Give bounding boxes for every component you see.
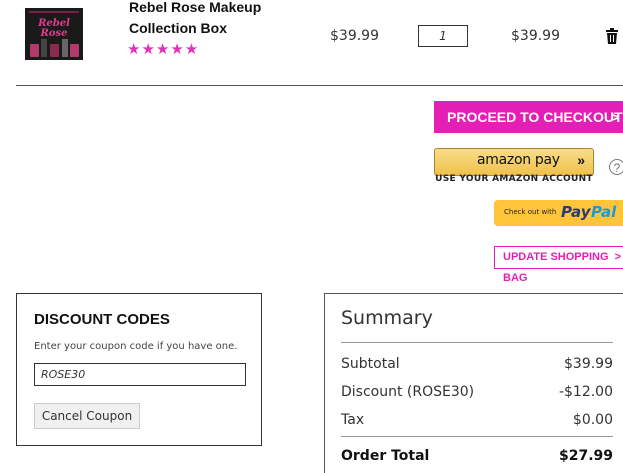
order-total-label: Order Total (341, 448, 430, 464)
update-shopping-bag-button[interactable]: UPDATE SHOPPING BAG > (494, 246, 623, 284)
help-circle-icon[interactable]: ? (609, 159, 623, 175)
summary-row-tax: Tax $0.00 (341, 412, 613, 428)
product-item (41, 39, 47, 57)
paypal-checkout-button[interactable]: Check out with Pay Pal (494, 200, 623, 226)
line-total: $39.99 (511, 28, 560, 44)
coupon-code-input[interactable] (34, 363, 246, 386)
box-lid (29, 11, 79, 13)
summary-row-subtotal: Subtotal $39.99 (341, 356, 613, 372)
update-label: UPDATE SHOPPING BAG (503, 251, 609, 284)
trash-icon[interactable] (605, 28, 619, 44)
product-item (62, 39, 68, 57)
product-name-line2: Collection Box (129, 20, 228, 36)
cart-divider (16, 85, 623, 86)
double-chevron-icon: » (577, 152, 585, 168)
product-item (30, 44, 39, 57)
chevron-right-icon: > (614, 251, 621, 263)
proceed-label: PROCEED TO CHECKOUT (447, 109, 623, 125)
chevron-right-icon: > (610, 109, 619, 125)
amazon-pay-caption: USE YOUR AMAZON ACCOUNT (435, 174, 593, 184)
paypal-prefix: Check out with (504, 208, 557, 216)
cancel-coupon-button[interactable]: Cancel Coupon (34, 403, 140, 429)
product-thumbnail[interactable]: Rebel Rose (25, 8, 83, 60)
paypal-logo-pal: Pal (591, 203, 617, 221)
rating-stars: ★★★★★ (127, 41, 200, 58)
thumbnail-logo-text: Rebel Rose (38, 18, 70, 39)
summary-value: -$12.00 (558, 384, 613, 400)
unit-price: $39.99 (330, 28, 379, 44)
summary-label: Discount (ROSE30) (341, 384, 475, 400)
discount-title: DISCOUNT CODES (34, 311, 170, 328)
summary-value: $0.00 (572, 412, 613, 428)
proceed-to-checkout-button[interactable]: PROCEED TO CHECKOUT > (434, 101, 623, 133)
summary-divider (341, 342, 613, 343)
summary-label: Tax (341, 412, 365, 428)
product-item (70, 44, 79, 57)
amazon-pay-button[interactable]: amazon pay » (434, 148, 594, 176)
order-summary-panel: Summary Subtotal $39.99 Discount (ROSE30… (324, 293, 623, 473)
product-item (50, 44, 59, 57)
quantity-input[interactable] (418, 25, 468, 47)
paypal-logo-pay: Pay (561, 203, 591, 221)
summary-title: Summary (341, 307, 433, 329)
summary-value: $39.99 (564, 356, 613, 372)
summary-total-divider (341, 436, 613, 437)
amazon-pay-label: amazon pay (477, 152, 560, 168)
order-total-value: $27.99 (558, 448, 613, 464)
summary-row-discount: Discount (ROSE30) -$12.00 (341, 384, 613, 400)
discount-panel: DISCOUNT CODES Enter your coupon code if… (16, 293, 262, 446)
discount-hint: Enter your coupon code if you have one. (34, 341, 238, 352)
summary-label: Subtotal (341, 356, 400, 372)
product-name[interactable]: Rebel Rose Makeup Collection Box (129, 0, 279, 39)
product-name-line1: Rebel Rose Makeup (129, 0, 262, 15)
summary-row-total: Order Total $27.99 (341, 448, 613, 464)
